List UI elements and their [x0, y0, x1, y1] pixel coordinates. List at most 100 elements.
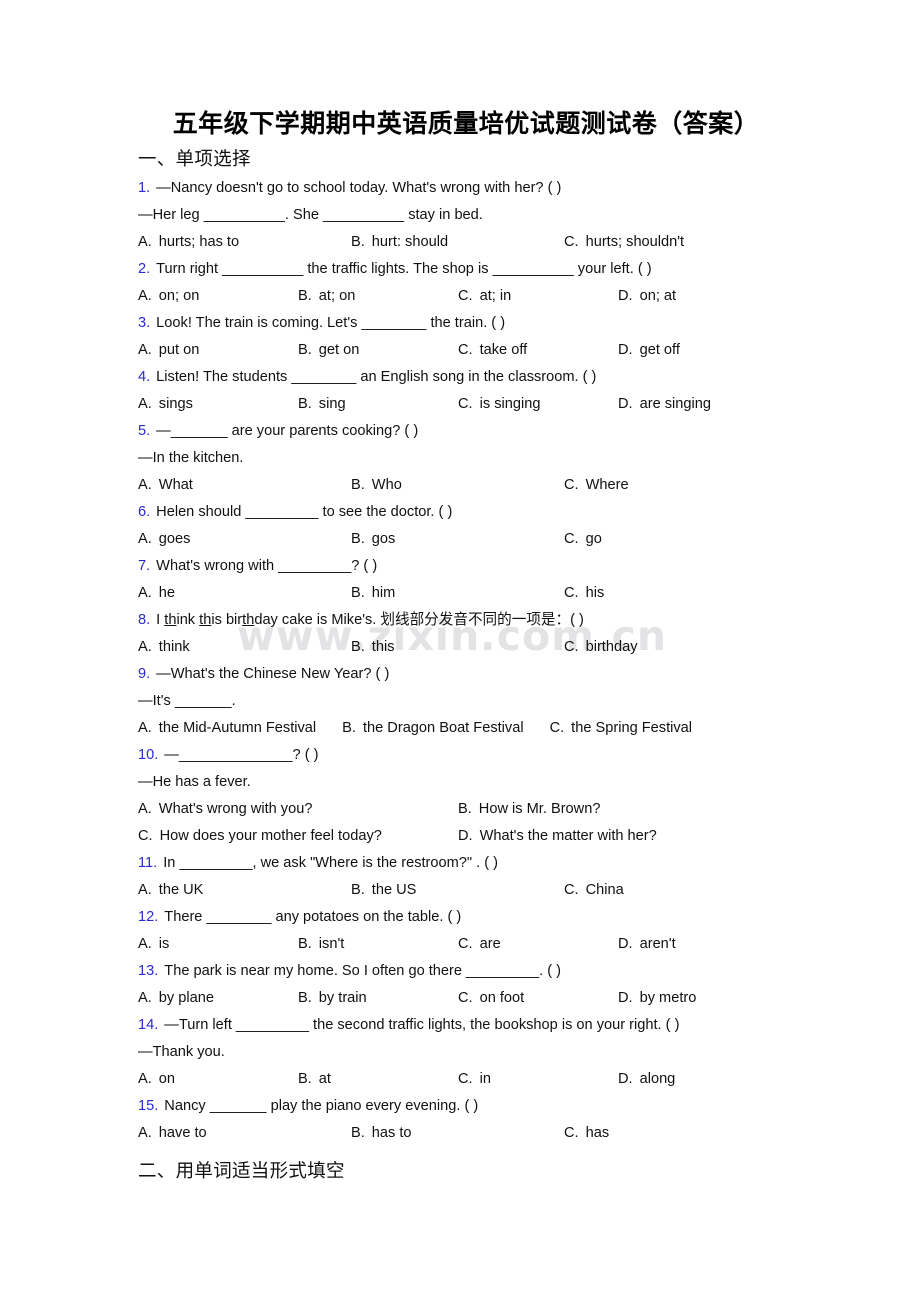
option-choice[interactable]: B. at [298, 1066, 458, 1093]
question-number: 14. [138, 1017, 159, 1033]
question-stem-text: Nancy _______ play the piano every eveni… [164, 1098, 479, 1114]
option-label: B. [351, 477, 365, 493]
option-choice[interactable]: A. have to [138, 1120, 351, 1147]
option-label: A. [138, 990, 152, 1006]
option-choice[interactable]: B. get on [298, 337, 458, 364]
option-text: birthday [585, 639, 638, 655]
option-choice[interactable]: A. think [138, 634, 351, 661]
option-choice[interactable]: B. How is Mr. Brown? [458, 796, 600, 823]
option-choice[interactable]: A. on; on [138, 283, 298, 310]
option-text: by plane [158, 990, 214, 1006]
question-stem-text: Helen should _________ to see the doctor… [156, 504, 453, 520]
option-choice[interactable]: B. at; on [298, 283, 458, 310]
question-stem-text: I think this birthday cake is Mike's. 划线… [156, 612, 584, 628]
question-stem-text: —Nancy doesn't go to school today. What'… [156, 180, 562, 196]
question-stem: 4. Listen! The students ________ an Engli… [138, 364, 810, 391]
option-choice[interactable]: C. is singing [458, 391, 618, 418]
question-stem-continuation: —Thank you. [138, 1044, 225, 1060]
option-choice[interactable]: A. he [138, 580, 351, 607]
option-choice[interactable]: C. birthday [564, 634, 638, 661]
option-choice[interactable]: B. this [351, 634, 564, 661]
option-choice[interactable]: A. goes [138, 526, 351, 553]
question-number: 9. [138, 666, 151, 682]
option-choice[interactable]: B. hurt: should [351, 229, 564, 256]
option-choice[interactable]: D. along [618, 1066, 675, 1093]
question-stem-text: There ________ any potatoes on the table… [164, 909, 462, 925]
option-text: by train [318, 990, 367, 1006]
option-label: B. [351, 531, 365, 547]
option-choice[interactable]: A. hurts; has to [138, 229, 351, 256]
question-stem-continuation: —In the kitchen. [138, 450, 244, 466]
option-choice[interactable]: B. Who [351, 472, 564, 499]
option-choice[interactable]: C. at; in [458, 283, 618, 310]
option-choice[interactable]: B. isn't [298, 931, 458, 958]
option-choice[interactable]: A. is [138, 931, 298, 958]
option-choice[interactable]: C. take off [458, 337, 618, 364]
option-row: A. the Mid-Autumn Festival B. the Dragon Bo… [138, 715, 810, 742]
option-choice[interactable]: C. go [564, 526, 602, 553]
option-choice[interactable]: D. aren't [618, 931, 676, 958]
option-choice[interactable]: C. in [458, 1066, 618, 1093]
question-stem-continuation: —It's _______. [138, 693, 236, 709]
option-label: D. [618, 936, 633, 952]
option-choice[interactable]: C. Where [564, 472, 629, 499]
option-choice[interactable]: A. What [138, 472, 351, 499]
option-label: B. [351, 639, 365, 655]
option-choice[interactable]: B. by train [298, 985, 458, 1012]
option-text: on foot [479, 990, 525, 1006]
option-choice[interactable]: C. China [564, 877, 624, 904]
option-choice[interactable]: C. hurts; shouldn't [564, 229, 684, 256]
option-choice[interactable]: B. the Dragon Boat Festival [342, 715, 523, 742]
option-choice[interactable]: A. What's wrong with you? [138, 796, 458, 823]
question-item: 15. Nancy _______ play the piano every ev… [138, 1093, 810, 1147]
option-choice[interactable]: A. by plane [138, 985, 298, 1012]
option-choice[interactable]: C. his [564, 580, 604, 607]
option-label: B. [351, 882, 365, 898]
stem-fragment: ink [176, 612, 200, 628]
option-text: gos [371, 531, 396, 547]
option-choice[interactable]: B. the US [351, 877, 564, 904]
option-label: D. [458, 828, 473, 844]
option-choice[interactable]: A. the Mid-Autumn Festival [138, 715, 316, 742]
option-choice[interactable]: A. sings [138, 391, 298, 418]
question-number: 6. [138, 504, 151, 520]
page-title: 五年级下学期期中英语质量培优试题测试卷（答案） [172, 111, 760, 138]
underlined-fragment: th [242, 612, 255, 628]
option-text: sings [158, 396, 193, 412]
option-choice[interactable]: C. are [458, 931, 618, 958]
option-label: B. [298, 396, 312, 412]
option-choice[interactable]: D. by metro [618, 985, 696, 1012]
option-text: have to [158, 1125, 207, 1141]
option-choice[interactable]: B. has to [351, 1120, 564, 1147]
option-text: take off [479, 342, 528, 358]
option-choice[interactable]: C. How does your mother feel today? [138, 823, 458, 850]
option-choice[interactable]: D. What's the matter with her? [458, 823, 657, 850]
option-text: hurts; shouldn't [585, 234, 685, 250]
question-stem-text: —What's the Chinese New Year? ( ) [156, 666, 390, 682]
option-label: A. [138, 1125, 152, 1141]
option-label: B. [298, 288, 312, 304]
option-label: B. [298, 342, 312, 358]
option-choice[interactable]: A. on [138, 1066, 298, 1093]
option-choice[interactable]: D. on; at [618, 283, 676, 310]
option-choice[interactable]: C. the Spring Festival [550, 715, 692, 742]
question-number: 1. [138, 180, 151, 196]
option-choice[interactable]: D. get off [618, 337, 680, 364]
option-choice[interactable]: A. the UK [138, 877, 351, 904]
option-choice[interactable]: B. gos [351, 526, 564, 553]
question-stem: 7. What's wrong with _________? ( ) [138, 553, 810, 580]
option-choice[interactable]: D. are singing [618, 391, 711, 418]
option-row: A. the UK B. the US C. China [138, 877, 810, 904]
option-choice[interactable]: B. sing [298, 391, 458, 418]
option-label: C. [458, 288, 473, 304]
option-choice[interactable]: A. put on [138, 337, 298, 364]
question-number: 12. [138, 909, 159, 925]
option-choice[interactable]: B. him [351, 580, 564, 607]
option-text: think [158, 639, 190, 655]
option-row: A. think B. this C. birthday [138, 634, 810, 661]
option-choice[interactable]: C. has [564, 1120, 609, 1147]
option-label: D. [618, 1071, 633, 1087]
option-text: his [585, 585, 605, 601]
question-item: 9. —What's the Chinese New Year? ( ) —It's… [138, 661, 810, 742]
option-choice[interactable]: C. on foot [458, 985, 618, 1012]
